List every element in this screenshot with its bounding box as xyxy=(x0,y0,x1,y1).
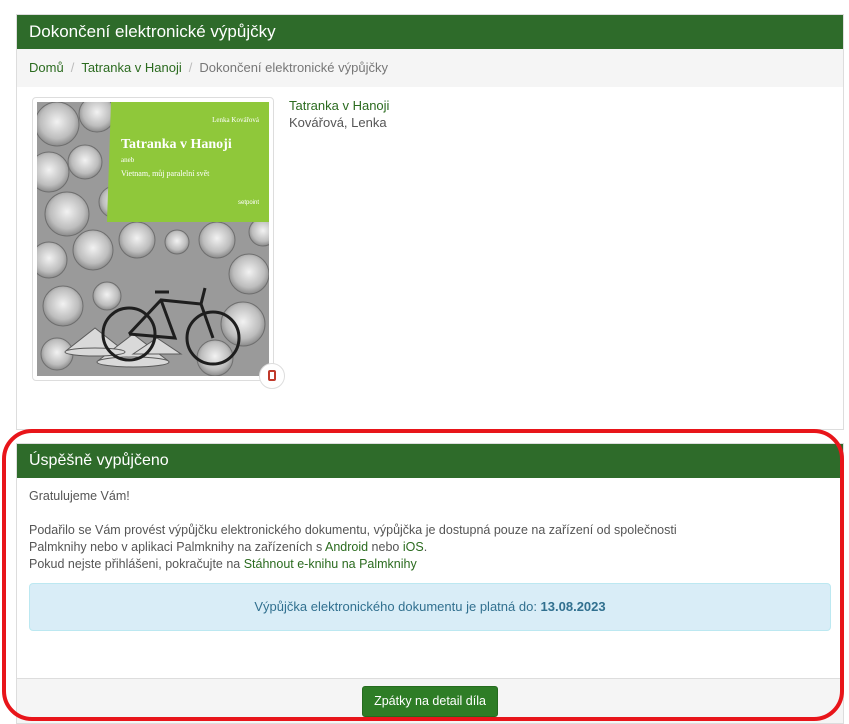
tablet-icon xyxy=(259,363,285,389)
info-line-2: Palmknihy nebo v aplikaci Palmknihy na z… xyxy=(29,540,428,554)
loan-completion-panel: Dokončení elektronické výpůjčky Domů / Tat… xyxy=(16,14,844,430)
breadcrumb: Domů / Tatranka v Hanoji / Dokončení elektro… xyxy=(17,49,843,87)
book-author: Kovářová, Lenka xyxy=(289,115,387,130)
validity-text: Výpůjčka elektronického dokumentu je pla… xyxy=(254,599,541,614)
info-line-3: Pokud nejste přihlášeni, pokračujte na S… xyxy=(29,557,417,571)
breadcrumb-book[interactable]: Tatranka v Hanoji xyxy=(81,60,181,75)
download-palmknihy-link[interactable]: Stáhnout e-knihu na Palmknihy xyxy=(244,557,417,571)
cover-title: Tatranka v Hanoji xyxy=(121,137,232,152)
success-title: Úspěšně vypůjčeno xyxy=(17,444,843,478)
breadcrumb-home[interactable]: Domů xyxy=(29,60,64,75)
success-panel: Úspěšně vypůjčeno Gratulujeme Vám! Podař… xyxy=(16,443,844,724)
android-link[interactable]: Android xyxy=(325,540,368,554)
breadcrumb-current: Dokončení elektronické výpůjčky xyxy=(199,60,388,75)
back-to-detail-button[interactable]: Zpátky na detail díla xyxy=(362,686,498,717)
greeting: Gratulujeme Vám! xyxy=(29,489,130,503)
book-cover[interactable]: Lenka Kovářová Tatranka v Hanoji aneb Vi… xyxy=(32,97,274,381)
cover-author: Lenka Kovářová xyxy=(212,116,260,124)
ios-link[interactable]: iOS xyxy=(403,540,424,554)
cover-aneb: aneb xyxy=(121,156,135,164)
book-info: Lenka Kovářová Tatranka v Hanoji aneb Vi… xyxy=(17,87,843,431)
validity-alert: Výpůjčka elektronického dokumentu je pla… xyxy=(29,583,831,631)
cover-subtitle: Vietnam, můj paralelní svět xyxy=(121,169,210,178)
book-cover-image: Lenka Kovářová Tatranka v Hanoji aneb Vi… xyxy=(37,102,269,376)
book-meta: Tatranka v Hanoji Kovářová, Lenka xyxy=(289,97,389,131)
validity-date: 13.08.2023 xyxy=(540,599,606,614)
info-line-1: Podařilo se Vám provést výpůjčku elektro… xyxy=(29,523,677,537)
panel-footer: Zpátky na detail díla xyxy=(17,678,843,723)
info-text: Podařilo se Vám provést výpůjčku elektro… xyxy=(29,522,831,573)
page-title: Dokončení elektronické výpůjčky xyxy=(17,15,843,49)
breadcrumb-separator: / xyxy=(70,60,75,75)
book-title-link[interactable]: Tatranka v Hanoji xyxy=(289,98,389,113)
success-body: Gratulujeme Vám! Podařilo se Vám provést… xyxy=(17,478,843,631)
cover-publisher: setpoint xyxy=(238,200,259,206)
breadcrumb-separator: / xyxy=(188,60,193,75)
